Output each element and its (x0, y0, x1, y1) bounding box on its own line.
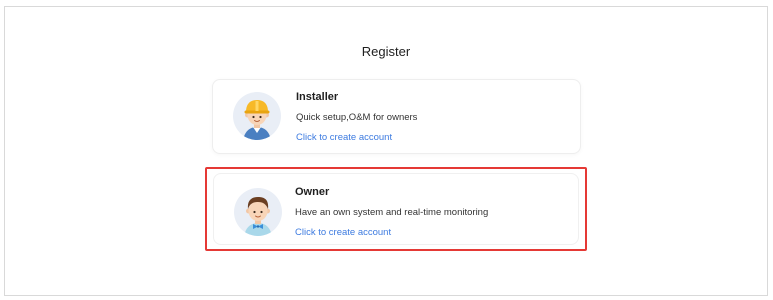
installer-avatar-icon (233, 92, 281, 140)
installer-card-text: Installer Quick setup,O&M for owners Cli… (296, 90, 417, 144)
installer-role-title: Installer (296, 91, 339, 103)
owner-card-text: Owner Have an own system and real-time m… (295, 185, 488, 239)
installer-role-description: Quick setup,O&M for owners (296, 112, 418, 123)
owner-role-description: Have an own system and real-time monitor… (295, 207, 489, 218)
page-title: Register (361, 44, 411, 59)
owner-create-account-link[interactable]: Click to create account (295, 227, 488, 239)
installer-create-account-link[interactable]: Click to create account (296, 132, 417, 144)
installer-role-card[interactable]: Installer Quick setup,O&M for owners Cli… (212, 79, 581, 154)
owner-avatar-icon (234, 188, 282, 236)
owner-role-card-highlight: Owner Have an own system and real-time m… (205, 167, 587, 251)
owner-role-card[interactable]: Owner Have an own system and real-time m… (213, 173, 579, 245)
owner-role-title: Owner (295, 186, 330, 198)
register-window: Register Installer Quick setup,O&M for o… (4, 6, 768, 296)
